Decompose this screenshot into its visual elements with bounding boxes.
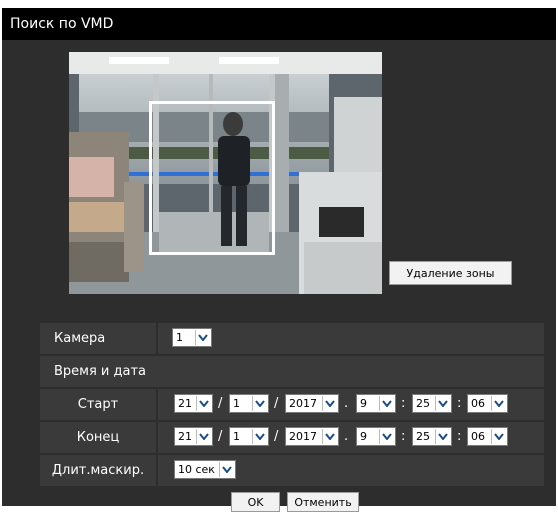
chevron-down-icon (435, 429, 450, 444)
dot-separator: . (344, 396, 349, 411)
chevron-down-icon (322, 396, 337, 411)
end-row: Конец 21 / 1 / 2017 . 9 : 25 : 06 (40, 422, 544, 453)
end-year-value: 2017 (289, 430, 317, 443)
start-day-select[interactable]: 21 (174, 394, 213, 413)
date-separator: / (218, 429, 223, 444)
start-hour-select[interactable]: 9 (356, 394, 396, 413)
end-hour-value: 9 (360, 430, 367, 443)
window-title: Поиск по VMD (10, 16, 114, 32)
delete-zone-button[interactable]: Удаление зоны (389, 261, 512, 285)
start-minute-value: 25 (416, 397, 430, 410)
cancel-button[interactable]: Отменить (287, 492, 359, 512)
time-separator: : (401, 396, 406, 411)
camera-row: Камера 1 (40, 323, 544, 354)
chevron-down-icon (219, 462, 234, 477)
end-second-select[interactable]: 06 (467, 427, 508, 446)
title-bar: Поиск по VMD (2, 8, 556, 40)
chevron-down-icon (435, 396, 450, 411)
end-day-value: 21 (178, 430, 192, 443)
time-separator: : (457, 396, 462, 411)
end-month-select[interactable]: 1 (229, 427, 269, 446)
start-year-select[interactable]: 2017 (285, 394, 339, 413)
chevron-down-icon (196, 429, 211, 444)
date-separator: / (274, 396, 279, 411)
start-second-value: 06 (471, 397, 485, 410)
chevron-down-icon (196, 396, 211, 411)
time-separator: : (401, 429, 406, 444)
end-month-value: 1 (233, 430, 240, 443)
date-separator: / (274, 429, 279, 444)
chevron-down-icon (379, 396, 394, 411)
start-day-value: 21 (178, 397, 192, 410)
mask-duration-select[interactable]: 10 сек (174, 460, 236, 479)
end-day-select[interactable]: 21 (174, 427, 213, 446)
camera-select-value: 1 (176, 331, 183, 344)
start-year-value: 2017 (289, 397, 317, 410)
chevron-down-icon (252, 396, 267, 411)
start-row: Старт 21 / 1 / 2017 . 9 : 25 : 06 (40, 389, 544, 420)
time-separator: : (457, 429, 462, 444)
start-month-value: 1 (233, 397, 240, 410)
camera-value-cell: 1 (158, 323, 544, 354)
end-minute-select[interactable]: 25 (412, 427, 452, 446)
camera-select[interactable]: 1 (172, 328, 212, 347)
chevron-down-icon (195, 330, 210, 345)
chevron-down-icon (252, 429, 267, 444)
mask-duration-value-cell: 10 сек (158, 455, 544, 486)
mask-duration-value: 10 сек (178, 463, 215, 476)
chevron-down-icon (491, 396, 506, 411)
mask-duration-label: Длит.маскир. (40, 455, 156, 486)
ok-button[interactable]: OK (231, 492, 280, 512)
mask-duration-row: Длит.маскир. 10 сек (40, 455, 544, 486)
start-label: Старт (40, 389, 156, 420)
vmd-search-window: Поиск по VMD Удаление зоны Камера 1 Врем… (2, 8, 556, 512)
chevron-down-icon (379, 429, 394, 444)
start-second-select[interactable]: 06 (467, 394, 508, 413)
start-month-select[interactable]: 1 (229, 394, 269, 413)
datetime-label: Время и дата (40, 356, 544, 387)
start-hour-value: 9 (360, 397, 367, 410)
detection-zone[interactable] (149, 101, 275, 255)
date-separator: / (218, 396, 223, 411)
end-year-select[interactable]: 2017 (285, 427, 339, 446)
end-second-value: 06 (471, 430, 485, 443)
start-minute-select[interactable]: 25 (412, 394, 452, 413)
start-value-cell: 21 / 1 / 2017 . 9 : 25 : 06 (158, 389, 544, 420)
end-value-cell: 21 / 1 / 2017 . 9 : 25 : 06 (158, 422, 544, 453)
camera-label: Камера (40, 323, 156, 354)
dot-separator: . (344, 429, 349, 444)
camera-view[interactable] (69, 52, 382, 294)
end-minute-value: 25 (416, 430, 430, 443)
chevron-down-icon (491, 429, 506, 444)
chevron-down-icon (322, 429, 337, 444)
datetime-header-row: Время и дата (40, 356, 544, 387)
end-hour-select[interactable]: 9 (356, 427, 396, 446)
end-label: Конец (40, 422, 156, 453)
